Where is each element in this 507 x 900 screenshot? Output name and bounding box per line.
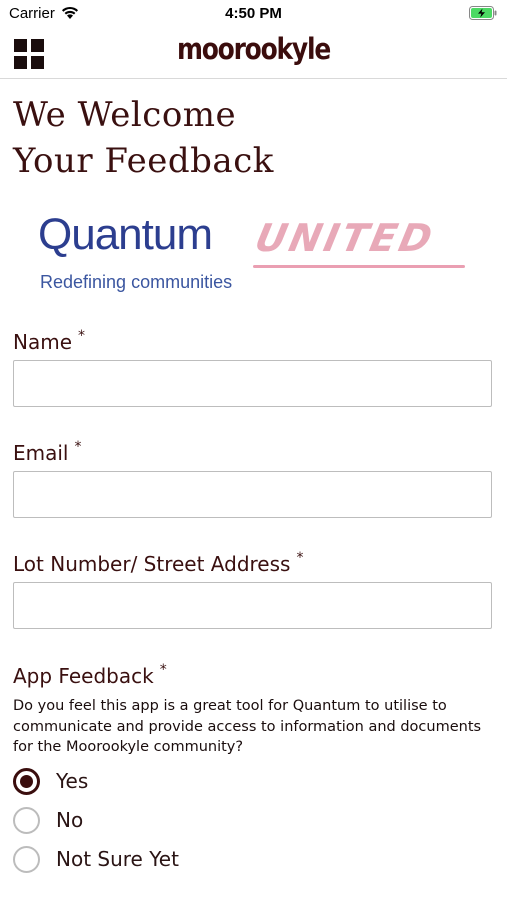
radio-option-yes[interactable]: Yes [13, 765, 88, 797]
email-label: Email * [13, 439, 82, 465]
required-marker: * [159, 662, 167, 678]
email-label-text: Email [13, 441, 69, 465]
page-title-line1: We Welcome [13, 95, 237, 135]
logo-tagline: Redefining communities [40, 272, 233, 292]
status-bar: Carrier 4:50 PM [0, 0, 507, 28]
required-marker: * [74, 439, 82, 455]
name-label-text: Name [13, 330, 73, 354]
radio-label-no: No [56, 808, 84, 832]
required-marker: * [78, 328, 86, 344]
quantum-united-logo: Quantum UNITED Redefining communities [38, 210, 478, 300]
battery-charging-icon [469, 6, 497, 20]
name-input[interactable] [13, 360, 492, 407]
page-title: We Welcome Your Feedback [13, 92, 493, 184]
radio-unchecked-icon[interactable] [13, 806, 40, 834]
app-feedback-label-text: App Feedback [13, 664, 154, 688]
nav-bar: moorookyle [0, 28, 507, 79]
radio-checked-icon[interactable] [13, 767, 40, 795]
radio-unchecked-icon[interactable] [13, 845, 40, 873]
logo-word: Quantum [38, 210, 213, 259]
address-label: Lot Number/ Street Address * [13, 550, 304, 576]
radio-dot [20, 774, 33, 788]
required-marker: * [296, 550, 304, 566]
address-label-text: Lot Number/ Street Address [13, 552, 291, 576]
app-title: moorookyle [176, 32, 331, 66]
email-input[interactable] [13, 471, 492, 518]
name-label: Name * [13, 328, 86, 354]
page-title-line2: Your Feedback [13, 141, 274, 181]
clock: 4:50 PM [225, 5, 282, 22]
address-input[interactable] [13, 582, 492, 629]
logo-united: UNITED [251, 216, 439, 260]
app-feedback-label: App Feedback * [13, 662, 167, 688]
logo-brush-underline [253, 265, 465, 268]
feedback-question: Do you feel this app is a great tool for… [13, 698, 482, 755]
radio-label-yes: Yes [56, 769, 89, 793]
radio-option-not-sure[interactable]: Not Sure Yet [13, 843, 179, 875]
radio-option-no[interactable]: No [13, 804, 83, 836]
radio-label-not-sure: Not Sure Yet [56, 847, 179, 871]
